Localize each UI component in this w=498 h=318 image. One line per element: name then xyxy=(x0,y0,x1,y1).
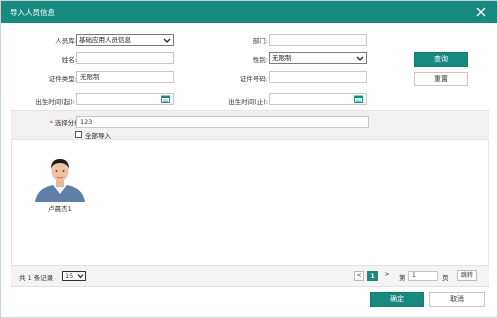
library-label: 人员库: xyxy=(55,37,77,45)
page-size-value: 15 xyxy=(65,272,74,280)
library-select[interactable]: 基础应用人员信息 xyxy=(76,34,174,46)
total-records: 共 1 条记录 xyxy=(19,274,54,282)
goto-prefix: 第 xyxy=(399,274,406,282)
birth-start-input[interactable] xyxy=(76,93,174,105)
dialog-title: 导入人员信息 xyxy=(10,8,55,17)
goto-button[interactable]: 跳转 xyxy=(457,270,477,281)
import-all-checkbox[interactable] xyxy=(75,131,82,138)
cancel-button[interactable]: 取消 xyxy=(429,292,485,307)
calendar-icon[interactable] xyxy=(354,95,363,103)
import-dialog: 导入人员信息 人员库: 基础应用人员信息 部门: 姓名: 性别: 无限制 证件类… xyxy=(0,0,498,318)
birth-end-label: 出生时间(止): xyxy=(228,98,268,106)
idnum-label: 证件号码: xyxy=(239,75,268,83)
required-star: * xyxy=(49,119,53,127)
chevron-down-icon xyxy=(163,38,171,43)
person-name[interactable]: 卢晨杰1 xyxy=(31,203,89,213)
name-label: 姓名: xyxy=(61,56,77,64)
name-input[interactable] xyxy=(76,52,174,64)
birth-end-input[interactable] xyxy=(269,93,367,105)
ok-button[interactable]: 确定 xyxy=(370,292,424,307)
calendar-icon[interactable] xyxy=(161,95,170,103)
current-page[interactable]: 1 xyxy=(367,271,378,281)
page-size-select[interactable]: 15 xyxy=(62,271,86,281)
idtype-label: 证件类型: xyxy=(48,75,77,83)
birth-start-label: 出生时间(起): xyxy=(35,98,75,106)
chevron-down-icon xyxy=(356,56,364,61)
chevron-down-icon xyxy=(77,274,84,279)
goto-suffix: 页 xyxy=(442,274,449,282)
next-page-button[interactable]: > xyxy=(382,271,392,281)
gender-label: 性别: xyxy=(252,56,268,64)
goto-page-input[interactable]: 1 xyxy=(408,271,438,281)
search-button[interactable]: 查询 xyxy=(414,52,468,67)
department-input[interactable] xyxy=(269,34,367,46)
dialog-titlebar: 导入人员信息 xyxy=(1,1,497,23)
person-photo[interactable] xyxy=(31,150,89,202)
group-input[interactable]: 123 xyxy=(76,116,369,128)
department-label: 部门: xyxy=(252,37,268,45)
gender-select[interactable]: 无限制 xyxy=(269,52,367,64)
import-all-label: 全部导入 xyxy=(85,132,111,140)
close-icon[interactable] xyxy=(474,5,488,19)
idtype-input[interactable]: 无限制 xyxy=(76,71,174,83)
library-select-value: 基础应用人员信息 xyxy=(79,36,131,44)
group-bar: * 选择分组: 123 全部导入 xyxy=(11,110,489,140)
pagination-bar: 共 1 条记录 15 < 1 > 第 1 页 跳转 xyxy=(11,265,489,287)
reset-button[interactable]: 重置 xyxy=(414,72,468,86)
idnum-input[interactable] xyxy=(269,71,367,83)
gender-select-value: 无限制 xyxy=(272,54,292,62)
prev-page-button[interactable]: < xyxy=(354,271,364,281)
